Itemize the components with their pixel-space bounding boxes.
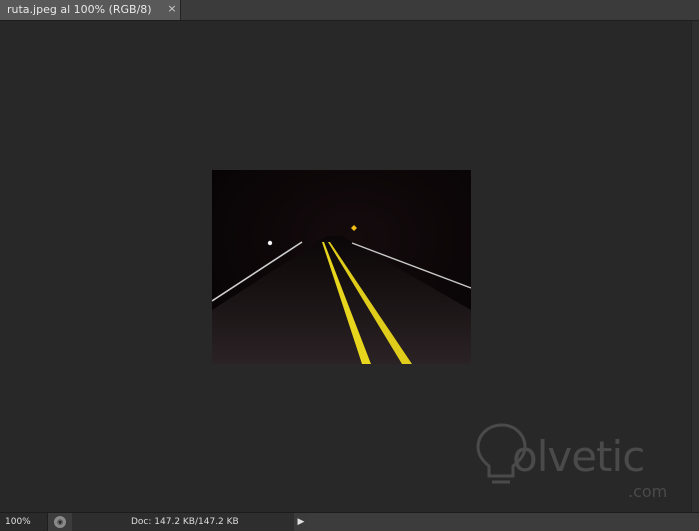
status-bar: 100% ◉ Doc: 147.2 KB/147.2 KB ▶ [0, 512, 699, 531]
status-menu-arrow-icon[interactable]: ▶ [294, 513, 308, 531]
document-tab-bar: ruta.jpeg al 100% (RGB/8) × [0, 0, 699, 21]
night-road-photo [212, 170, 471, 364]
status-info-icon[interactable]: ◉ [54, 516, 66, 528]
vertical-scrollbar[interactable] [691, 21, 699, 512]
watermark-suffix: .com [628, 482, 668, 501]
close-icon[interactable]: × [166, 2, 178, 16]
document-tab-title[interactable]: ruta.jpeg al 100% (RGB/8) [7, 3, 152, 16]
doc-info: Doc: 147.2 KB/147.2 KB [72, 513, 294, 531]
watermark-brand: olvetic [512, 432, 645, 481]
document-image[interactable] [212, 170, 471, 364]
solvetic-watermark: olvetic .com [474, 420, 684, 502]
zoom-level[interactable]: 100% [0, 513, 48, 531]
document-tab[interactable]: ruta.jpeg al 100% (RGB/8) × [0, 0, 181, 20]
